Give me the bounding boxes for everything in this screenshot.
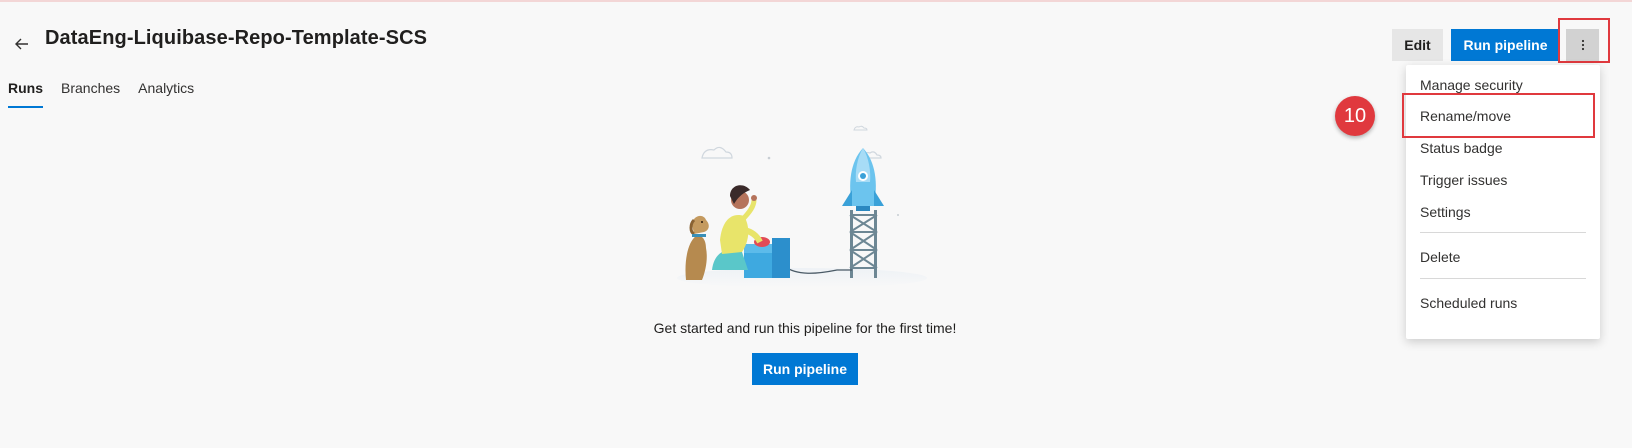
run-pipeline-cta-button[interactable]: Run pipeline: [752, 353, 858, 385]
more-actions-button[interactable]: [1566, 29, 1599, 61]
run-pipeline-button[interactable]: Run pipeline: [1451, 29, 1560, 61]
menu-item-rename-move[interactable]: Rename/move: [1420, 108, 1511, 124]
rocket-launch-illustration: [677, 125, 927, 288]
menu-item-manage-security[interactable]: Manage security: [1420, 77, 1523, 93]
arrow-left-icon: [15, 38, 28, 50]
menu-divider: [1420, 232, 1586, 233]
menu-item-delete[interactable]: Delete: [1420, 249, 1460, 265]
empty-state-message: Get started and run this pipeline for th…: [653, 320, 957, 336]
menu-item-scheduled-runs[interactable]: Scheduled runs: [1420, 295, 1517, 311]
menu-item-status-badge[interactable]: Status badge: [1420, 140, 1503, 156]
tab-bar: Runs Branches Analytics: [8, 80, 194, 108]
more-vertical-icon: [1581, 39, 1584, 51]
top-border: [0, 0, 1632, 2]
tab-analytics[interactable]: Analytics: [138, 80, 194, 108]
tab-branches[interactable]: Branches: [61, 80, 120, 108]
back-button[interactable]: [10, 32, 34, 56]
step-number-badge: 10: [1335, 96, 1375, 136]
tab-runs[interactable]: Runs: [8, 80, 43, 108]
menu-item-trigger-issues[interactable]: Trigger issues: [1420, 172, 1507, 188]
edit-button[interactable]: Edit: [1392, 29, 1443, 61]
menu-divider: [1420, 278, 1586, 279]
menu-item-settings[interactable]: Settings: [1420, 204, 1471, 220]
more-actions-menu: Manage security Rename/move Status badge…: [1406, 65, 1600, 339]
page-title: DataEng-Liquibase-Repo-Template-SCS: [45, 27, 428, 49]
